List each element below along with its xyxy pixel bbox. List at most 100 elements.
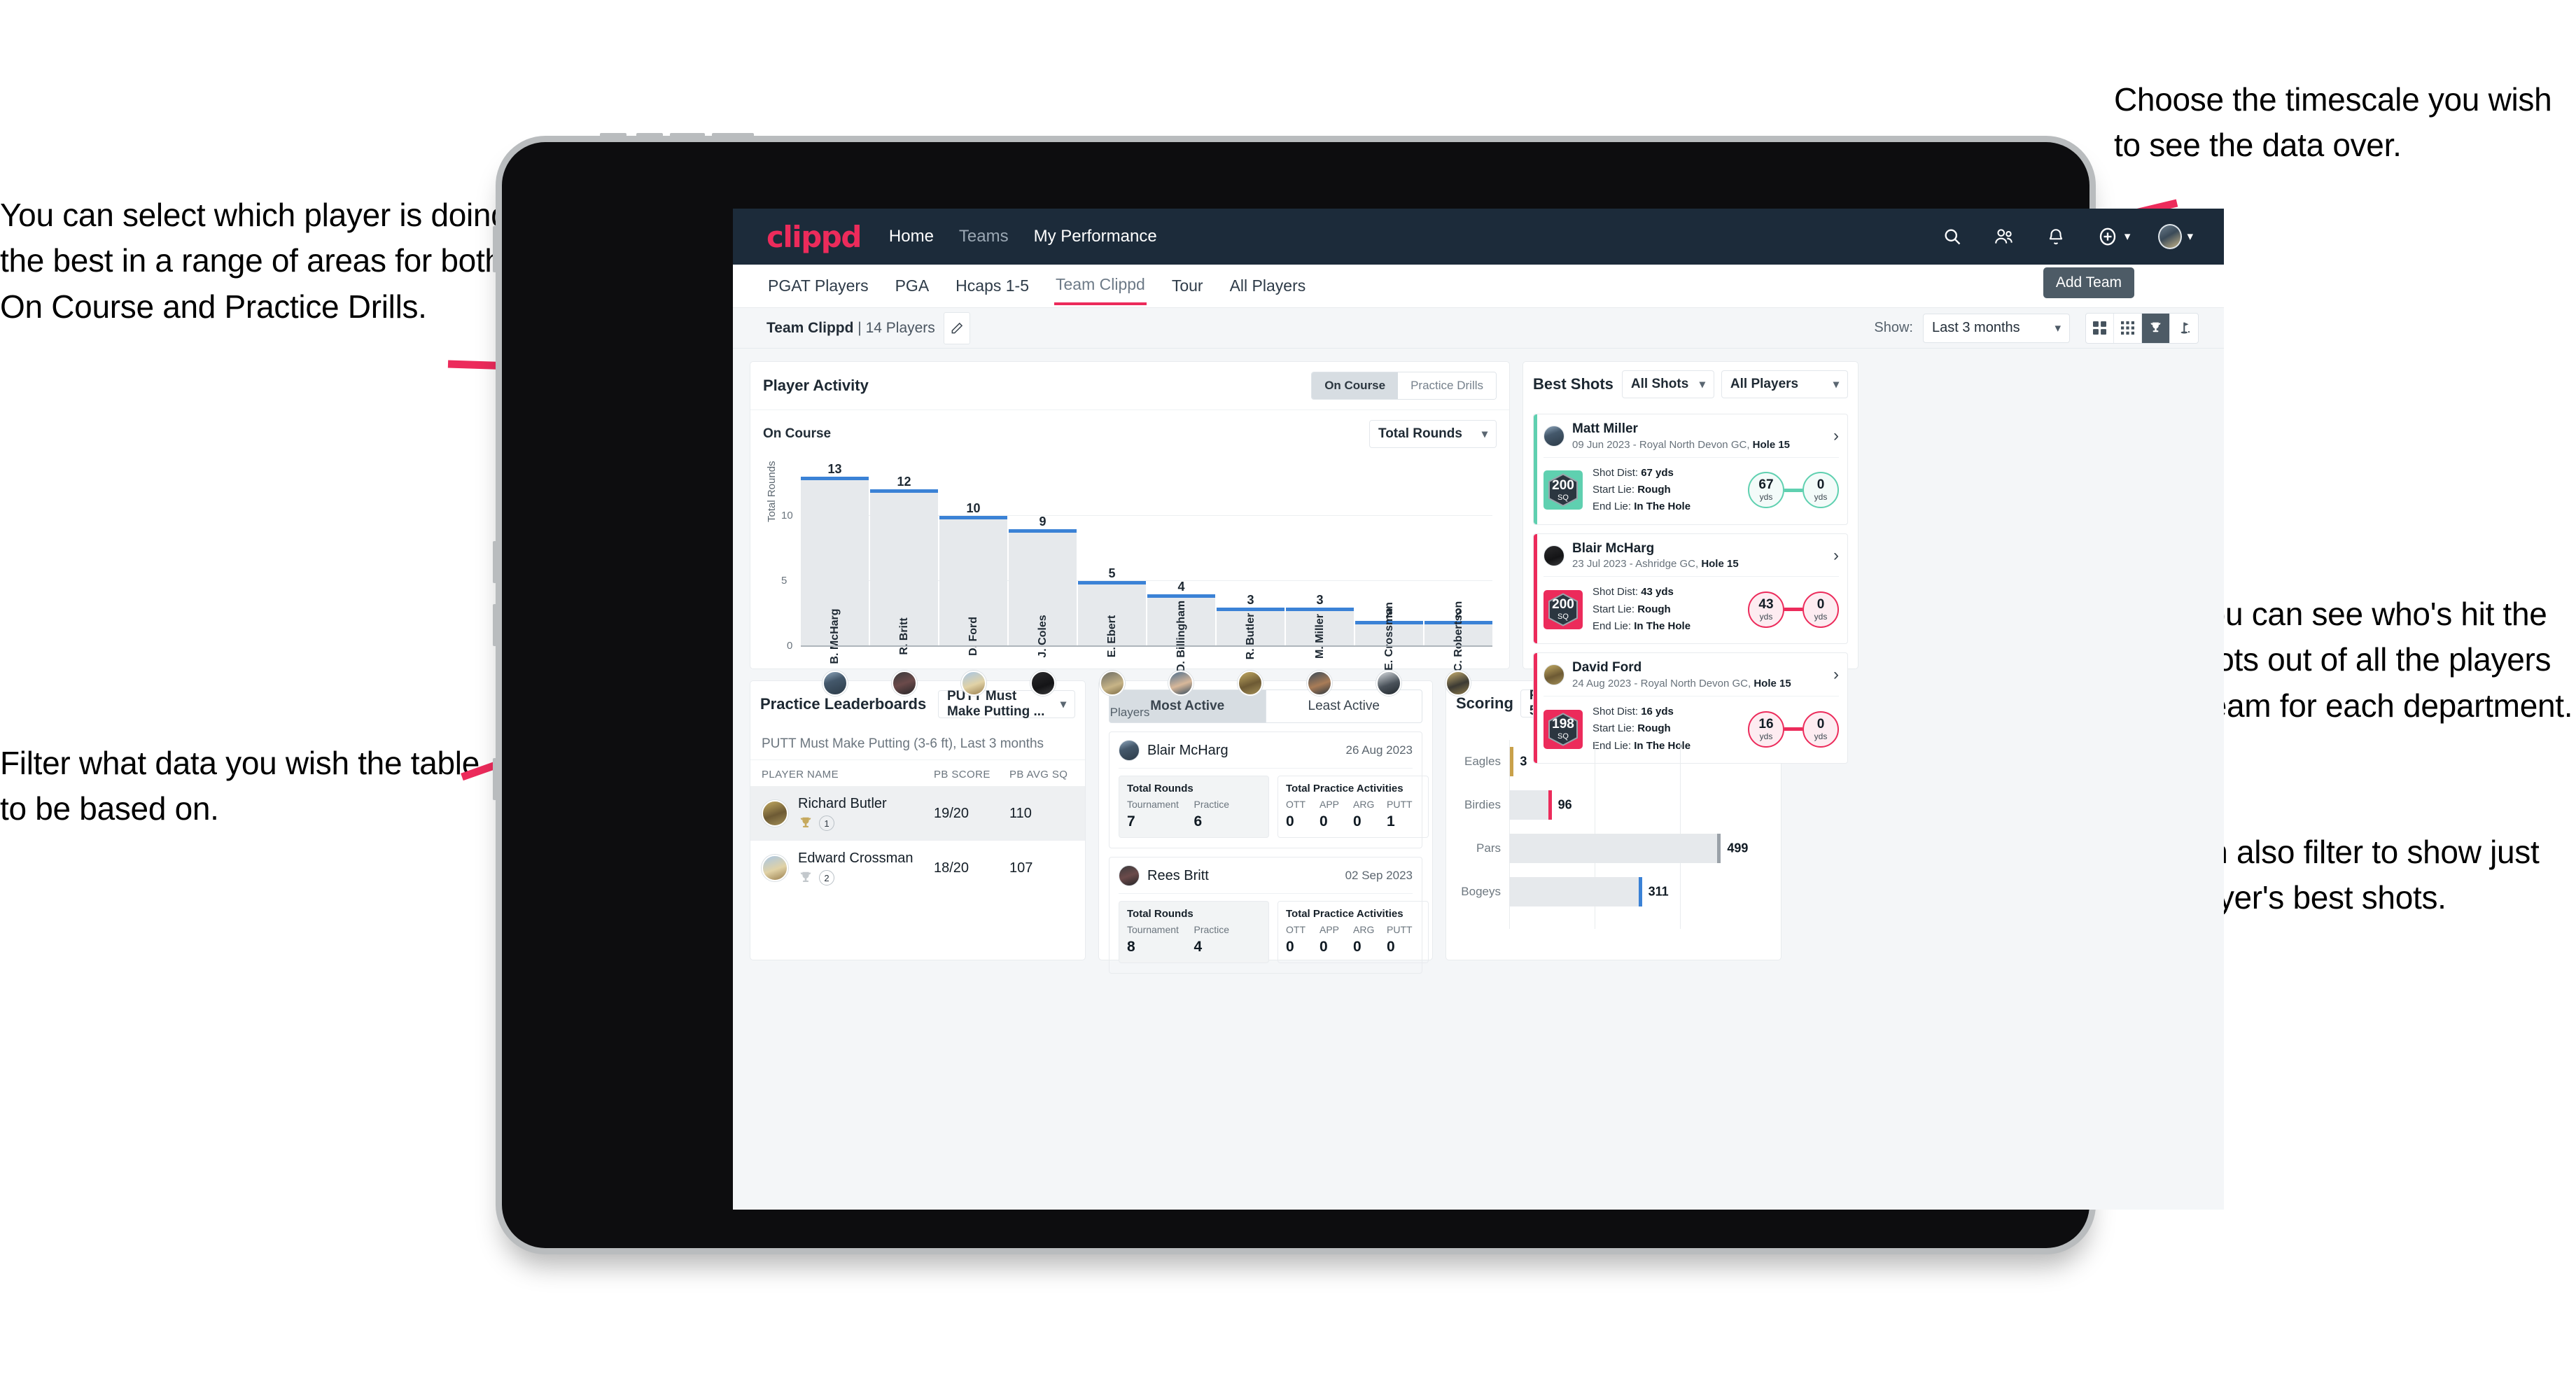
end-distance-value: 0	[1816, 596, 1825, 612]
practice-stat: ARG 0	[1353, 924, 1387, 955]
best-shots-type-filter[interactable]: All Shots ▾	[1621, 370, 1714, 398]
nav-link-my-performance[interactable]: My Performance	[1034, 227, 1157, 246]
chart-bar[interactable]: 13 B. McHarg	[801, 462, 869, 664]
device-button-top-1	[600, 133, 626, 142]
leaderboard-player-cell: Edward Crossman 2	[798, 850, 934, 886]
activity-player-card[interactable]: Blair McHarg 26 Aug 2023 Total Rounds Tourn…	[1109, 732, 1429, 848]
chevron-right-icon[interactable]: ›	[1833, 665, 1839, 685]
practice-stat: APP 0	[1320, 924, 1353, 955]
bell-icon[interactable]	[2044, 225, 2068, 248]
chart-player-avatar[interactable]	[1445, 671, 1471, 696]
chart-player-avatar[interactable]	[1376, 671, 1401, 696]
scoring-bar-value: 3	[1520, 754, 1527, 769]
distance-connector	[1784, 608, 1802, 612]
table-row[interactable]: Edward Crossman 2 18/20 107	[750, 841, 1085, 895]
scoring-category-label: Eagles	[1464, 755, 1501, 768]
avatar[interactable]	[2158, 224, 2183, 249]
start-lie-value: Rough	[1637, 603, 1671, 615]
tab-hcaps-1-5[interactable]: Hcaps 1-5	[954, 268, 1030, 304]
metric-select[interactable]: Total Rounds ▾	[1369, 420, 1497, 448]
best-shots-list: Matt Miller 09 Jun 2023 - Royal North Dev…	[1523, 407, 1858, 771]
best-shot-meta: 09 Jun 2023 - Royal North Devon GC, Hole…	[1572, 438, 1791, 451]
grid-small-icon[interactable]	[2114, 313, 2142, 343]
rounds-stat-label: Tournament	[1127, 924, 1179, 935]
shot-dist-label: Shot Dist:	[1592, 466, 1639, 479]
tab-tour[interactable]: Tour	[1170, 268, 1205, 304]
edit-team-button[interactable]	[943, 312, 970, 344]
chart-player-avatar[interactable]	[1306, 671, 1332, 696]
end-lie-row: End Lie: In The Hole	[1592, 618, 1690, 635]
chart-bar-column: 2 C. Robertson	[1424, 463, 1492, 671]
chart-bar[interactable]: 2 E. Crossman	[1355, 602, 1423, 671]
best-shot-course: Royal North Devon GC,	[1639, 438, 1750, 451]
start-lie-value: Rough	[1637, 484, 1671, 496]
clippd-logo[interactable]: clippd	[766, 220, 862, 254]
best-shot-player-info: David Ford 24 Aug 2023 - Royal North Devo…	[1572, 660, 1791, 690]
chart-x-axis-label: Players	[1110, 706, 1150, 719]
toggle-practice-drills[interactable]: Practice Drills	[1398, 372, 1496, 399]
shot-dist-row: Shot Dist: 43 yds	[1592, 584, 1690, 601]
practice-stat: PUTT 0	[1387, 924, 1420, 955]
chart-bar[interactable]: 5 E. Ebert	[1078, 566, 1146, 657]
people-icon[interactable]	[1992, 225, 2016, 248]
chart-bar-value: 3	[1247, 593, 1254, 607]
player-activity-card: Player Activity On Course Practice Drill…	[750, 361, 1510, 719]
avatar	[1544, 425, 1564, 447]
hexagon-icon: 200 SQ	[1547, 473, 1579, 507]
plus-chevron-down-icon[interactable]: ▾	[2124, 230, 2131, 244]
scoring-bar[interactable]	[1509, 747, 1514, 776]
tab-pgat-players[interactable]: PGAT Players	[766, 268, 870, 304]
shot-distance-diagram: 43 yds 0 yds	[1748, 591, 1839, 628]
scoring-bar[interactable]	[1509, 790, 1552, 820]
best-shots-player-filter[interactable]: All Players ▾	[1721, 370, 1848, 398]
chart-bar[interactable]: 9 J. Coles	[1009, 514, 1077, 658]
nav-link-teams[interactable]: Teams	[959, 227, 1009, 246]
end-lie-value: In The Hole	[1634, 620, 1691, 633]
best-shot-card[interactable]: Blair McHarg 23 Jul 2023 - Ashridge GC, H…	[1533, 533, 1848, 645]
chart-bar[interactable]: 10 D. Ford	[939, 501, 1007, 656]
start-distance-unit: yds	[1759, 492, 1773, 503]
chart-player-avatar[interactable]	[1030, 671, 1056, 696]
scoring-row: Pars 499	[1457, 827, 1770, 870]
avatar	[1544, 545, 1564, 566]
flag-icon[interactable]	[2170, 314, 2198, 343]
chart-bar[interactable]: 12 R. Britt	[870, 475, 938, 655]
avatar	[1119, 740, 1140, 761]
nav-link-home[interactable]: Home	[889, 227, 934, 246]
tab-team-clippd[interactable]: Team Clippd	[1054, 267, 1147, 305]
chevron-right-icon[interactable]: ›	[1833, 426, 1839, 446]
avatar	[1119, 865, 1140, 886]
chart-player-avatar[interactable]	[1238, 671, 1264, 696]
table-row[interactable]: Richard Butler 1 19/20 110	[750, 786, 1085, 841]
chart-player-avatar[interactable]	[1168, 671, 1194, 696]
chart-player-avatar[interactable]	[822, 671, 848, 696]
chart-bar[interactable]: 4 D. Billingham	[1147, 580, 1215, 672]
activity-player-card[interactable]: Rees Britt 02 Sep 2023 Total Rounds Tournam…	[1109, 857, 1429, 974]
chart-bar[interactable]: 2 C. Robertson	[1424, 601, 1492, 671]
timescale-select[interactable]: Last 3 months ▾	[1923, 313, 2070, 343]
chart-player-avatar[interactable]	[1099, 671, 1125, 696]
scoring-category-label: Bogeys	[1461, 885, 1501, 898]
chart-bar[interactable]: 3 M. Miller	[1286, 593, 1354, 659]
toggle-on-course[interactable]: On Course	[1312, 372, 1399, 399]
scoring-bar-wrap: 3	[1509, 747, 1770, 776]
device-button-left-3	[493, 604, 502, 646]
chart-bar[interactable]: 3 R. Butler	[1217, 593, 1284, 659]
tab-pga[interactable]: PGA	[894, 268, 931, 304]
chevron-right-icon[interactable]: ›	[1833, 546, 1839, 566]
divider	[1119, 768, 1413, 769]
best-shots-title: Best Shots	[1533, 375, 1614, 393]
chart-player-avatar[interactable]	[892, 671, 918, 696]
total-practice-box: Total Practice Activities OTT 0 APP 0 ARG 0 PUT…	[1278, 901, 1429, 963]
avatar-chevron-down-icon[interactable]: ▾	[2187, 230, 2193, 244]
chart-player-avatar[interactable]	[960, 671, 986, 696]
grid-large-icon[interactable]	[2086, 313, 2114, 343]
tab-all-players[interactable]: All Players	[1228, 268, 1308, 304]
search-icon[interactable]	[1940, 225, 1964, 248]
scoring-bar[interactable]	[1509, 877, 1642, 906]
best-shot-card[interactable]: Matt Miller 09 Jun 2023 - Royal North Dev…	[1533, 414, 1848, 525]
plus-circle-icon[interactable]	[2096, 225, 2120, 248]
total-rounds-title: Total Rounds	[1127, 783, 1194, 794]
trophy-icon[interactable]	[2142, 313, 2170, 343]
scoring-bar[interactable]	[1509, 834, 1721, 863]
